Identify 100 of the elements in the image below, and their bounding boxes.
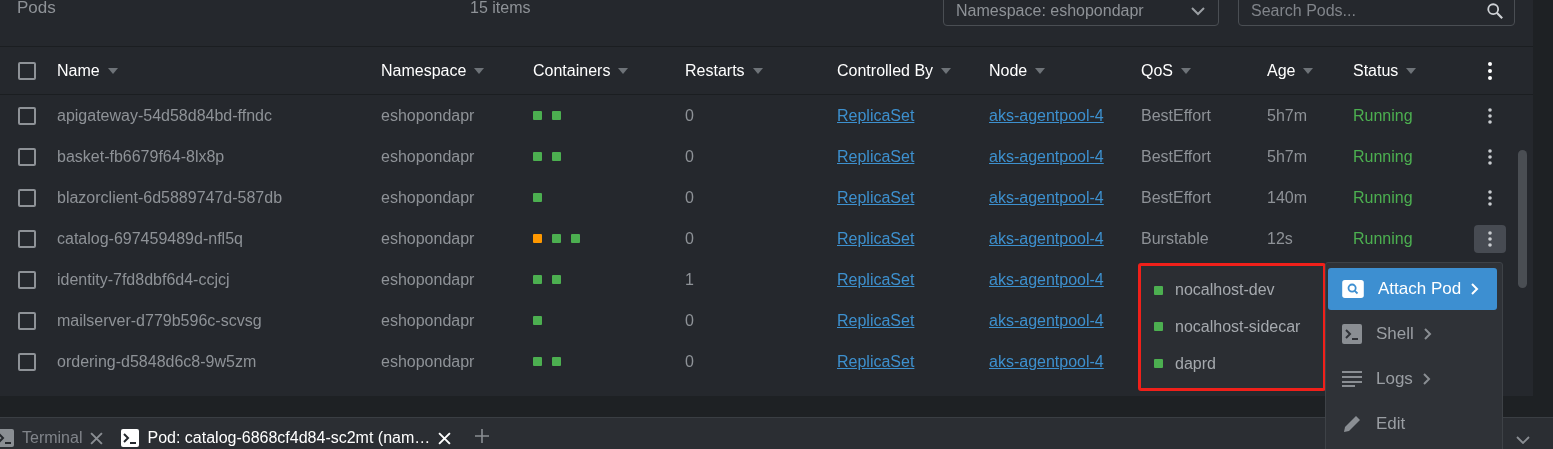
sort-caret-icon bbox=[474, 67, 485, 74]
table-cell: 1 bbox=[685, 270, 694, 288]
terminal-icon bbox=[1342, 324, 1362, 344]
table-link[interactable]: ReplicaSet bbox=[837, 352, 915, 370]
page-title: Pods bbox=[17, 0, 57, 18]
add-tab-icon[interactable] bbox=[475, 429, 490, 443]
select-all-checkbox[interactable] bbox=[18, 61, 36, 80]
search-icon bbox=[1342, 280, 1364, 298]
column-header[interactable]: Node bbox=[989, 61, 1141, 80]
table-link[interactable]: aks-agentpool-4 bbox=[989, 352, 1104, 370]
container-name: nocalhost-dev bbox=[1175, 281, 1275, 300]
table-cell: 0 bbox=[685, 229, 694, 247]
table-cell: Running bbox=[1353, 229, 1413, 247]
table-cell: eshopondapr bbox=[381, 311, 475, 329]
table-cell: mailserver-d779b596c-scvsg bbox=[57, 311, 262, 329]
terminal-tab[interactable]: Pod: catalog-6868cf4d84-sc2mt (nam… bbox=[121, 427, 466, 449]
table-cell: Burstable bbox=[1141, 229, 1209, 247]
sort-caret-icon bbox=[941, 67, 952, 74]
table-link[interactable]: ReplicaSet bbox=[837, 270, 915, 288]
table-link[interactable]: aks-agentpool-4 bbox=[989, 229, 1104, 247]
menu-item[interactable]: Logs bbox=[1328, 358, 1497, 400]
pencil-icon bbox=[1342, 414, 1362, 434]
column-header[interactable]: Name bbox=[57, 61, 381, 80]
table-cell: Running bbox=[1353, 147, 1413, 165]
table-cell: eshopondapr bbox=[381, 147, 475, 165]
table-cell: Running bbox=[1353, 188, 1413, 206]
sort-caret-icon bbox=[1035, 67, 1046, 74]
table-cell: eshopondapr bbox=[381, 106, 475, 124]
menu-item[interactable]: Attach Pod bbox=[1328, 268, 1497, 310]
table-link[interactable]: ReplicaSet bbox=[837, 229, 915, 247]
column-header[interactable]: Restarts bbox=[685, 61, 837, 80]
table-cell: blazorclient-6d5889747d-587db bbox=[57, 188, 283, 206]
item-count: 15 items bbox=[470, 0, 532, 17]
table-cell: eshopondapr bbox=[381, 270, 475, 288]
table-cell: 5h7m bbox=[1267, 147, 1308, 165]
row-checkbox[interactable] bbox=[18, 270, 36, 289]
more-options-icon bbox=[1488, 230, 1492, 247]
chevron-down-icon bbox=[1190, 6, 1206, 16]
table-cell: 5h7m bbox=[1267, 106, 1308, 124]
column-header[interactable]: QoS bbox=[1141, 61, 1267, 80]
table-cell: 0 bbox=[685, 352, 694, 370]
table-cell: basket-fb6679f64-8lx8p bbox=[57, 147, 225, 165]
more-options-icon bbox=[1488, 148, 1492, 165]
table-cell: 0 bbox=[685, 188, 694, 206]
table-cell: eshopondapr bbox=[381, 352, 475, 370]
column-header[interactable]: Age bbox=[1267, 61, 1353, 80]
row-menu-button[interactable] bbox=[1474, 224, 1506, 253]
table-cell: eshopondapr bbox=[381, 229, 475, 247]
menu-item[interactable]: Shell bbox=[1328, 313, 1497, 355]
column-header[interactable]: Containers bbox=[533, 61, 685, 80]
table-link[interactable]: ReplicaSet bbox=[837, 147, 915, 165]
scrollbar[interactable] bbox=[1518, 150, 1527, 288]
table-cell: 140m bbox=[1267, 188, 1308, 206]
sort-caret-icon bbox=[107, 67, 118, 74]
row-checkbox[interactable] bbox=[18, 106, 36, 125]
table-link[interactable]: aks-agentpool-4 bbox=[989, 147, 1104, 165]
sort-caret-icon bbox=[1303, 67, 1314, 74]
row-checkbox[interactable] bbox=[18, 311, 36, 330]
table-cell: apigateway-54d58d84bd-ffndc bbox=[57, 106, 272, 124]
table-link[interactable]: aks-agentpool-4 bbox=[989, 270, 1104, 288]
more-options-icon bbox=[1488, 107, 1492, 124]
table-cell: BestEffort bbox=[1141, 147, 1211, 165]
search-icon bbox=[1486, 2, 1504, 20]
row-checkbox[interactable] bbox=[18, 229, 36, 248]
table-link[interactable]: aks-agentpool-4 bbox=[989, 311, 1104, 329]
table-cell: eshopondapr bbox=[381, 188, 475, 206]
table-cell: catalog-697459489d-nfl5q bbox=[57, 229, 243, 247]
chevron-down-icon[interactable] bbox=[1516, 436, 1530, 444]
table-link[interactable]: aks-agentpool-4 bbox=[989, 106, 1104, 124]
table-link[interactable]: ReplicaSet bbox=[837, 188, 915, 206]
table-link[interactable]: ReplicaSet bbox=[837, 106, 915, 124]
column-header[interactable]: Namespace bbox=[381, 61, 533, 80]
column-header[interactable]: Status bbox=[1353, 61, 1475, 80]
more-options-icon[interactable] bbox=[1488, 61, 1492, 80]
table-cell: 0 bbox=[685, 106, 694, 124]
table-link[interactable]: aks-agentpool-4 bbox=[989, 188, 1104, 206]
table-cell: 0 bbox=[685, 147, 694, 165]
search-field[interactable]: Search Pods... bbox=[1238, 0, 1515, 26]
column-header[interactable]: Controlled By bbox=[837, 61, 989, 80]
table-cell: 0 bbox=[685, 311, 694, 329]
sort-caret-icon bbox=[1181, 67, 1191, 74]
row-checkbox[interactable] bbox=[18, 147, 36, 166]
row-checkbox[interactable] bbox=[18, 352, 36, 371]
more-options-icon bbox=[1488, 189, 1492, 206]
table-cell: identity-7fd8dbf6d4-ccjcj bbox=[57, 270, 230, 288]
table-cell: 12s bbox=[1267, 229, 1293, 247]
table-cell: ordering-d5848d6c8-9w5zm bbox=[57, 352, 257, 370]
sort-caret-icon bbox=[752, 67, 763, 74]
table-cell: BestEffort bbox=[1141, 106, 1211, 124]
table-link[interactable]: ReplicaSet bbox=[837, 311, 915, 329]
container-name: nocalhost-sidecar bbox=[1175, 318, 1301, 336]
lines-icon bbox=[1342, 371, 1362, 387]
namespace-select[interactable]: Namespace: eshopondapr bbox=[943, 0, 1219, 26]
container-name: daprd bbox=[1175, 354, 1216, 373]
table-cell: BestEffort bbox=[1141, 188, 1211, 206]
terminal-tab[interactable]: Terminal bbox=[0, 427, 118, 449]
menu-item[interactable]: Edit bbox=[1328, 403, 1497, 445]
table-cell: Running bbox=[1353, 106, 1413, 124]
row-checkbox[interactable] bbox=[18, 188, 36, 207]
sort-caret-icon bbox=[618, 67, 629, 74]
